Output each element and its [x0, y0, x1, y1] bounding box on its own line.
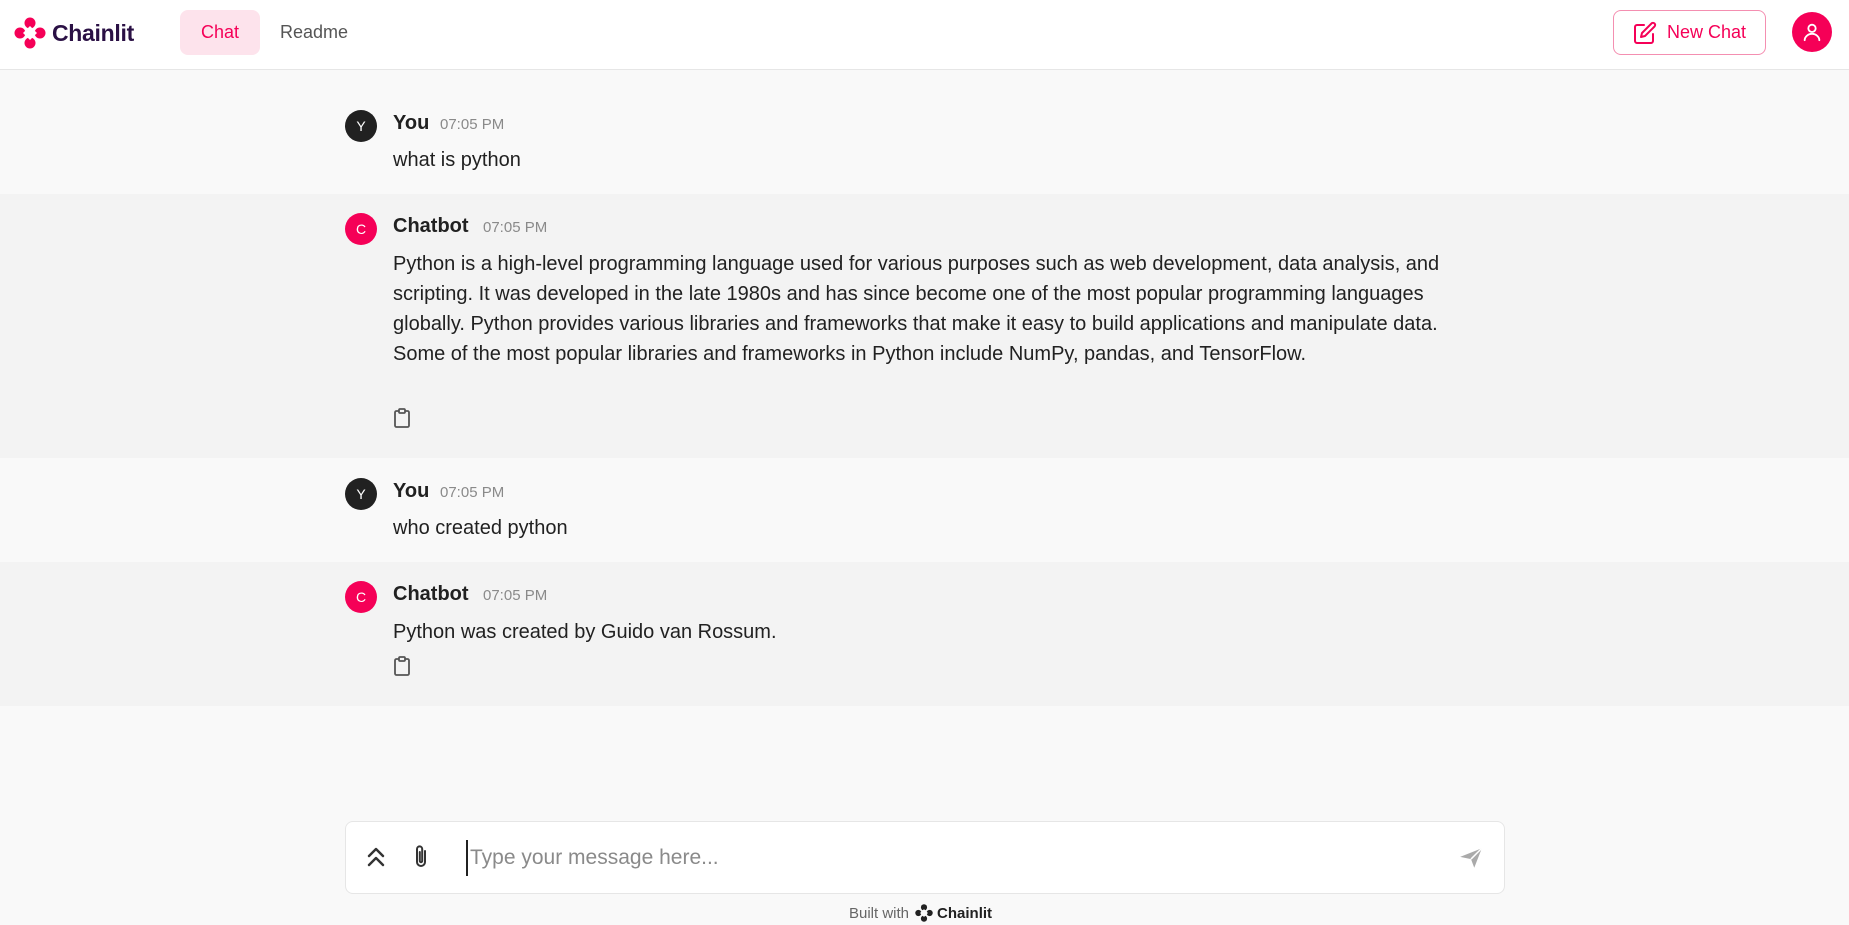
message-text: Python is a high-level programming langu…	[393, 253, 1440, 365]
message-author: Chatbot	[393, 215, 469, 237]
paperclip-icon[interactable]	[409, 842, 433, 872]
built-with-text: Built with	[849, 904, 910, 922]
message-timestamp: 07:05 PM	[483, 219, 548, 236]
footer-brand[interactable]: Chainlit	[937, 905, 992, 922]
send-icon[interactable]	[1458, 845, 1484, 871]
message-timestamp: 07:05 PM	[440, 116, 505, 133]
user-icon	[1803, 23, 1821, 42]
tab-readme[interactable]: Readme	[260, 10, 368, 55]
message-input[interactable]	[466, 840, 1426, 876]
avatar: Y	[345, 478, 377, 510]
message-text: who created python	[393, 517, 568, 539]
new-chat-button[interactable]: New Chat	[1613, 10, 1766, 55]
message-timestamp: 07:05 PM	[483, 587, 548, 604]
user-avatar-button[interactable]	[1792, 12, 1832, 52]
avatar: Y	[345, 110, 377, 142]
tab-chat[interactable]: Chat	[180, 10, 260, 55]
chainlit-logo-icon	[14, 17, 46, 49]
chainlit-small-logo-icon	[915, 904, 933, 922]
message-text: Python was created by Guido van Rossum.	[393, 621, 777, 643]
new-chat-label: New Chat	[1666, 22, 1747, 42]
message-author: You	[393, 480, 430, 502]
avatar: C	[345, 213, 377, 245]
message-bot: C Chatbot 07:05 PM Python is a high-leve…	[0, 194, 1849, 458]
app-logo[interactable]: Chainlit	[14, 17, 134, 49]
copy-icon[interactable]	[393, 408, 411, 428]
message-author: Chatbot	[393, 583, 469, 605]
chevrons-up-icon[interactable]	[364, 842, 388, 872]
top-header: Chainlit Chat Readme New Chat	[0, 0, 1849, 70]
message-text: what is python	[393, 149, 521, 171]
logo-text: Chainlit	[52, 19, 134, 46]
message-timestamp: 07:05 PM	[440, 484, 505, 501]
edit-icon	[1633, 21, 1657, 44]
message-composer	[345, 821, 1505, 894]
copy-icon[interactable]	[393, 656, 411, 676]
avatar: C	[345, 581, 377, 613]
message-bot: C Chatbot 07:05 PM Python was created by…	[0, 562, 1849, 706]
message-user: Y You 07:05 PM what is python	[0, 88, 1849, 194]
message-user: Y You 07:05 PM who created python	[0, 458, 1849, 562]
message-author: You	[393, 112, 430, 134]
built-with-footer: Built with Chainlit	[849, 904, 992, 922]
